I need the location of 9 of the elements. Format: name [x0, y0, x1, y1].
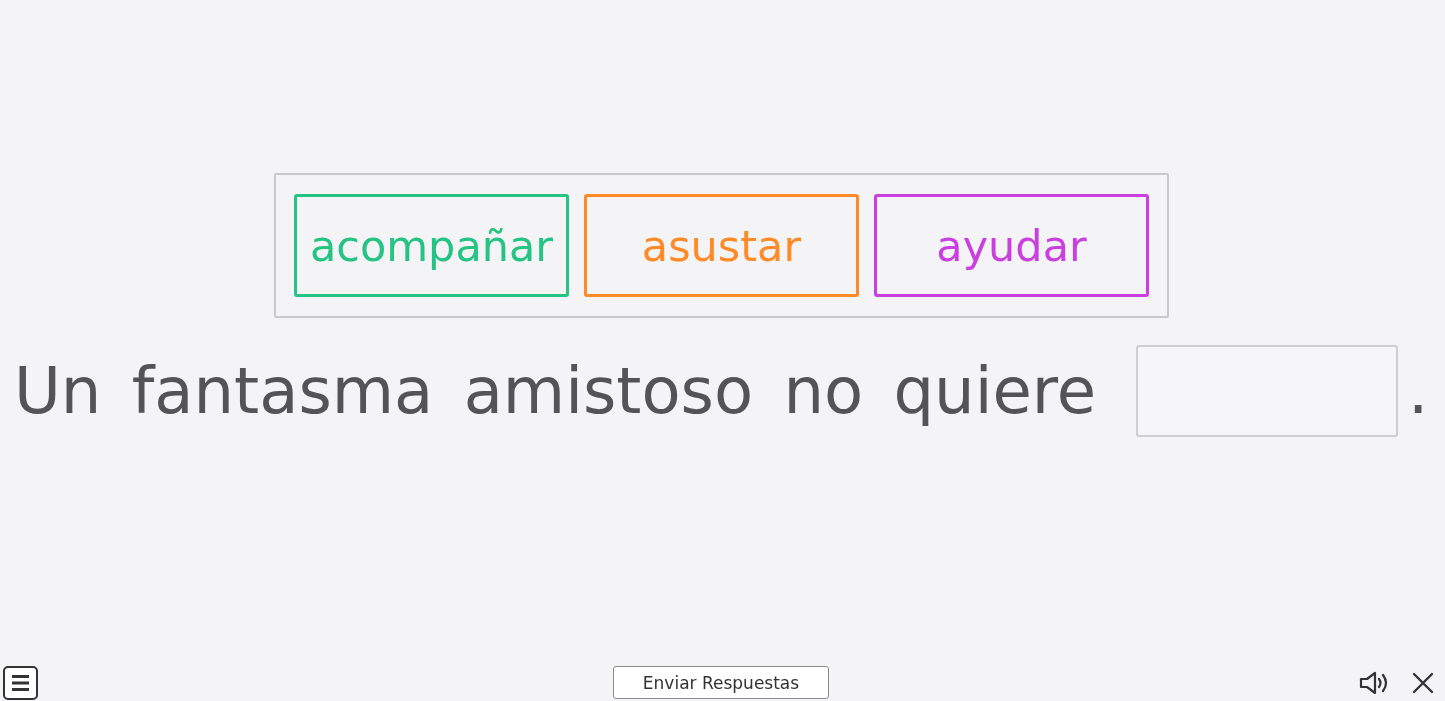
submit-button[interactable]: Enviar Respuestas	[613, 666, 829, 699]
sentence-text: .	[1408, 354, 1429, 428]
sentence-text: Un fantasma amistoso no quiere	[14, 354, 1097, 428]
menu-icon[interactable]	[3, 666, 38, 700]
close-icon[interactable]	[1412, 672, 1434, 694]
word-tile[interactable]: ayudar	[874, 194, 1149, 297]
speaker-icon[interactable]	[1359, 671, 1390, 695]
word-tile[interactable]: asustar	[584, 194, 859, 297]
word-tile[interactable]: acompañar	[294, 194, 569, 297]
